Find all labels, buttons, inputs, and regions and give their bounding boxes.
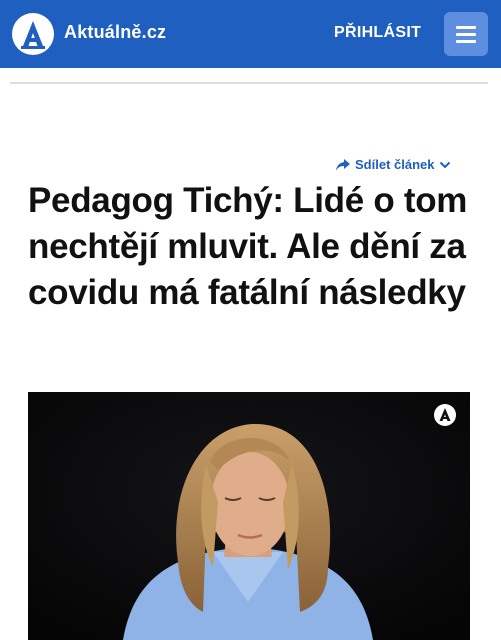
hamburger-menu-icon[interactable]	[444, 12, 488, 56]
chevron-down-icon	[440, 161, 451, 168]
header-divider	[10, 82, 488, 84]
menu-bar	[456, 32, 476, 36]
video-player[interactable]	[28, 392, 470, 640]
share-label: Sdílet článek	[355, 157, 435, 172]
menu-bar	[456, 25, 476, 29]
site-header: Aktuálně.cz PŘIHLÁSIT	[0, 0, 501, 68]
menu-bar	[456, 39, 476, 43]
share-arrow-icon	[336, 158, 350, 170]
article-title: Pedagog Tichý: Lidé o tom nechtějí mluvi…	[28, 181, 468, 312]
share-article-button[interactable]: Sdílet článek	[336, 157, 451, 172]
site-name[interactable]: Aktuálně.cz	[64, 22, 166, 43]
site-logo-icon[interactable]	[12, 13, 54, 55]
video-frame-presenter	[28, 392, 470, 640]
login-button[interactable]: PŘIHLÁSIT	[334, 24, 421, 42]
aktualne-logo-icon	[434, 404, 456, 426]
